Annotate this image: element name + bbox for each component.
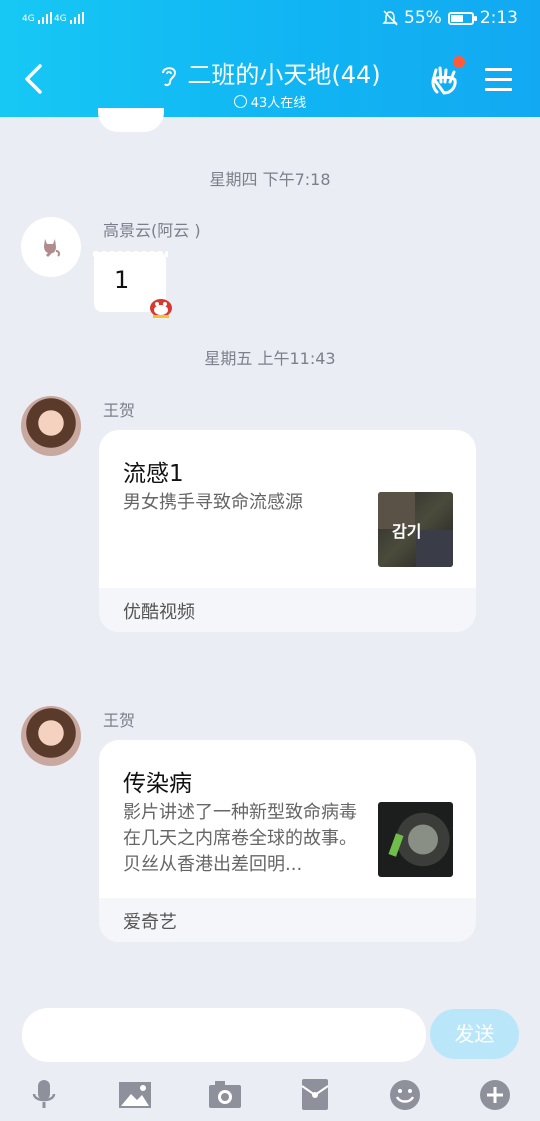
cat-avatar-icon xyxy=(44,239,61,257)
signal-2-label: 4G xyxy=(54,14,67,24)
card-source: 优酷视频 xyxy=(123,602,195,623)
video-share-card[interactable]: 传染病 影片讲述了一种新型致命病毒在几天之内席卷全球的故事。贝丝从香港出差回明.… xyxy=(99,740,476,942)
battery-fill xyxy=(450,14,463,22)
previous-message-bubble xyxy=(98,108,164,132)
sender-name: 王贺 xyxy=(103,711,136,730)
card-source: 爱奇艺 xyxy=(123,912,177,933)
status-bar: 4G 4G 55% 2:13 xyxy=(0,0,540,42)
plus-icon[interactable] xyxy=(477,1076,513,1112)
card-description: 男女携手寻致命流感源 xyxy=(123,492,303,513)
group-name: 二班的小天地(44) xyxy=(187,61,381,89)
avatar[interactable] xyxy=(21,706,81,766)
clock: 2:13 xyxy=(479,8,518,28)
message-input[interactable] xyxy=(22,1008,426,1062)
card-title: 传染病 xyxy=(123,771,192,797)
battery-icon xyxy=(447,11,477,25)
signal-1-label: 4G xyxy=(22,14,35,24)
card-thumbnail xyxy=(378,802,453,877)
red-packet-icon[interactable] xyxy=(297,1076,333,1112)
signal-bars-icon xyxy=(37,12,52,24)
emoji-icon[interactable] xyxy=(387,1076,423,1112)
signal-2: 4G xyxy=(54,12,84,24)
card-title: 流感1 xyxy=(123,461,184,487)
timestamp: 星期五 上午11:43 xyxy=(204,349,336,368)
card-thumbnail: 감기 xyxy=(378,492,453,567)
avatar[interactable] xyxy=(21,396,81,456)
signal-1: 4G xyxy=(22,12,52,24)
card-description: 影片讲述了一种新型致命病毒在几天之内席卷全球的故事。贝丝从香港出差回明... xyxy=(123,802,357,875)
camera-icon[interactable] xyxy=(207,1076,243,1112)
sender-name: 高景云(阿云 ) xyxy=(103,221,201,240)
image-icon[interactable] xyxy=(117,1076,153,1112)
card-footer: 优酷视频 xyxy=(99,588,476,632)
card-footer: 爱奇艺 xyxy=(99,898,476,942)
status-right: 55% 2:13 xyxy=(382,8,518,28)
microphone-icon[interactable] xyxy=(26,1076,62,1112)
notification-dot xyxy=(453,56,465,68)
menu-icon[interactable] xyxy=(485,68,512,98)
message-text: 1 xyxy=(114,266,130,294)
avatar[interactable] xyxy=(21,217,81,277)
video-share-card[interactable]: 流感1 男女携手寻致命流感源 감기 优酷视频 xyxy=(99,430,476,632)
thumbnail-text: 감기 xyxy=(392,522,422,541)
qq-penguin-sticker-icon xyxy=(150,299,172,318)
ear-icon xyxy=(162,67,177,87)
online-text: 43人在线 xyxy=(250,96,307,111)
header: 4G 4G 55% 2:13 二班的小天地(44) 43人在线 xyxy=(0,0,540,117)
battery-percent: 55% xyxy=(404,8,442,28)
mute-bell-icon xyxy=(382,10,398,26)
signal-bars-icon xyxy=(69,12,84,24)
input-toolbar xyxy=(0,1068,540,1121)
timestamp: 星期四 下午7:18 xyxy=(209,170,331,189)
send-button[interactable]: 发送 xyxy=(430,1009,519,1059)
chevron-down-icon xyxy=(233,95,247,108)
sender-name: 王贺 xyxy=(103,401,136,420)
